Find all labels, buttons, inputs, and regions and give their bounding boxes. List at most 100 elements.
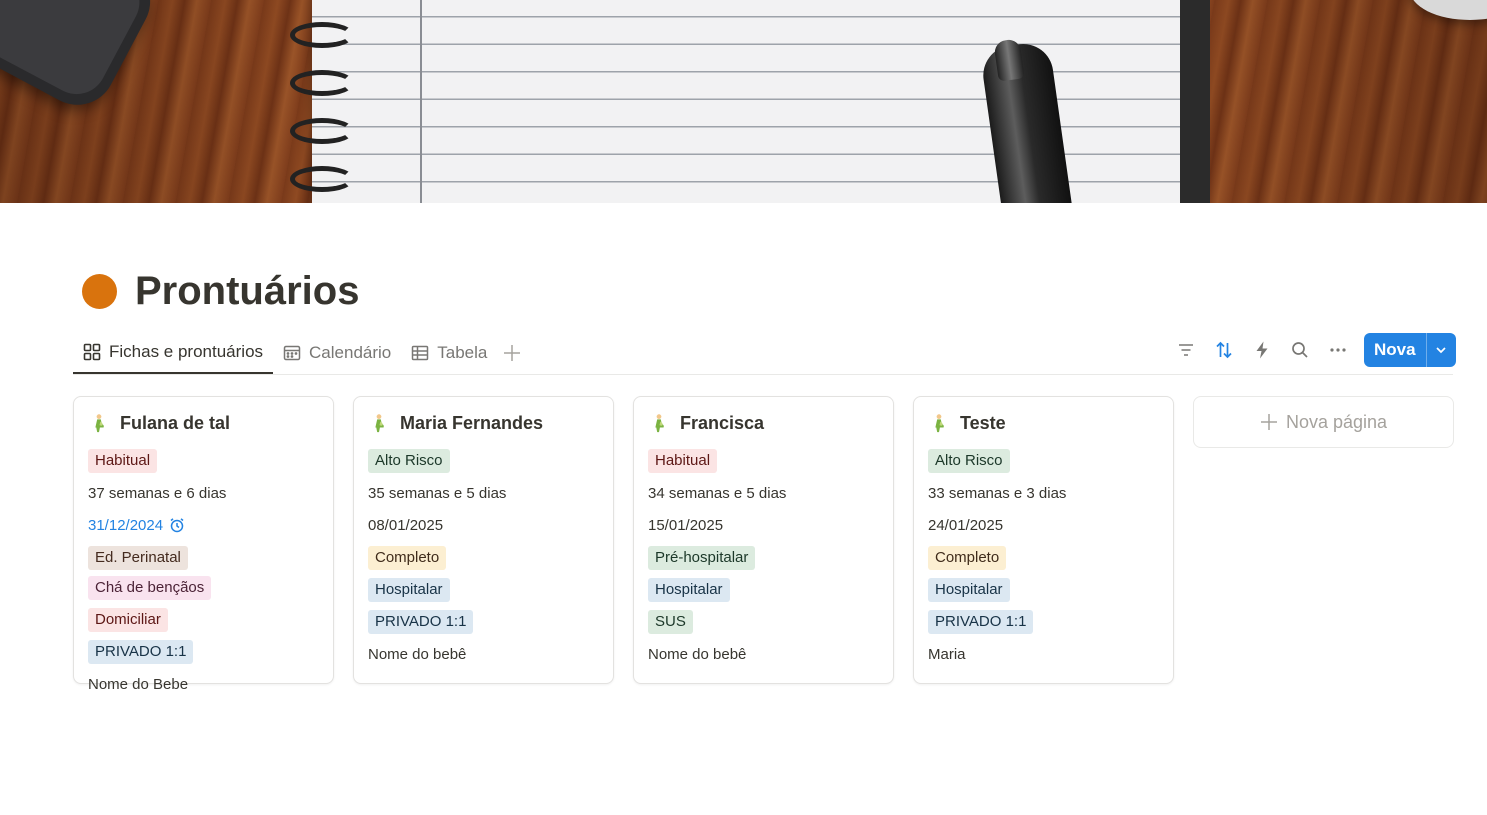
- due-date-text: 31/12/2024: [88, 516, 164, 534]
- risk-tag: Habitual: [648, 449, 718, 473]
- baby-name-text: Maria: [928, 645, 966, 663]
- tab-label: Tabela: [437, 343, 488, 362]
- service-tag: Completo: [928, 546, 1007, 570]
- risk-property: Habitual: [648, 449, 879, 473]
- database-view-tabs: Fichas e prontuários Calendário Tabela: [73, 332, 527, 374]
- services-property: Ed. Perinatal Chá de bençãos: [88, 546, 319, 600]
- tab-fichas-e-prontuarios[interactable]: Fichas e prontuários: [73, 332, 274, 374]
- risk-tag: Habitual: [88, 449, 158, 473]
- gestational-age-property: 37 semanas e 6 dias: [88, 481, 319, 505]
- gallery-board: Fulana de tal Habitual 37 semanas e 6 dias…: [73, 396, 1454, 693]
- more-icon: [1330, 348, 1346, 352]
- tab-label: Calendário: [309, 343, 392, 362]
- birth-place-property: Domiciliar: [88, 608, 319, 632]
- tab-label: Fichas e prontuários: [109, 342, 264, 361]
- search-icon: [1292, 342, 1308, 358]
- new-button[interactable]: Nova: [1364, 333, 1426, 367]
- gallery-grid-icon: [83, 343, 101, 361]
- orange-circle-icon[interactable]: [82, 274, 117, 309]
- baby-name-property: Nome do bebê: [368, 642, 599, 666]
- card-title-row: Francisca: [648, 411, 879, 435]
- filter-icon: [1179, 344, 1193, 356]
- card-title: Fulana de tal: [120, 412, 231, 433]
- birth-place-property: Hospitalar: [368, 578, 599, 602]
- due-date-text: 15/01/2025: [648, 516, 724, 534]
- card-title-row: Maria Fernandes: [368, 411, 599, 435]
- services-property: Pré-hospitalar: [648, 546, 879, 570]
- card-title: Maria Fernandes: [400, 412, 544, 433]
- view-divider: [73, 374, 1453, 375]
- plan-property: PRIVADO 1:1: [368, 610, 599, 634]
- tab-calendario[interactable]: Calendário: [273, 332, 401, 374]
- birth-place-tag: Hospitalar: [648, 578, 730, 602]
- baby-name-property: Nome do Bebe: [88, 672, 319, 696]
- birth-place-property: Hospitalar: [928, 578, 1159, 602]
- pregnant-person-icon: [88, 412, 110, 434]
- due-date-property: 31/12/2024: [88, 513, 319, 537]
- plus-icon: [504, 345, 521, 361]
- due-date-text: 08/01/2025: [368, 516, 444, 534]
- due-date-text: 24/01/2025: [928, 516, 1004, 534]
- tab-tabela[interactable]: Tabela: [401, 332, 497, 374]
- gestational-age-text: 33 semanas e 3 dias: [928, 484, 1067, 502]
- plan-tag: PRIVADO 1:1: [88, 640, 194, 664]
- due-date-property: 24/01/2025: [928, 513, 1159, 537]
- gallery-card[interactable]: Francisca Habitual 34 semanas e 5 dias 15/0…: [633, 396, 894, 684]
- calendar-icon: [283, 344, 301, 362]
- gallery-card[interactable]: Fulana de tal Habitual 37 semanas e 6 dias…: [73, 396, 334, 693]
- baby-name-text: Nome do bebê: [368, 645, 467, 663]
- cover-spiral-ring: [290, 70, 354, 96]
- plan-property: PRIVADO 1:1: [88, 640, 319, 664]
- new-dropdown-button[interactable]: [1425, 333, 1456, 367]
- due-date-property: 08/01/2025: [368, 513, 599, 537]
- risk-property: Alto Risco: [368, 449, 599, 473]
- pregnant-person-icon: [368, 412, 390, 434]
- gestational-age-property: 34 semanas e 5 dias: [648, 481, 879, 505]
- service-tag: Chá de bençãos: [88, 576, 212, 600]
- sort-icon: [1216, 341, 1232, 359]
- baby-name-text: Nome do Bebe: [88, 675, 189, 693]
- baby-name-property: Nome do bebê: [648, 642, 879, 666]
- page-cover-image[interactable]: [0, 0, 1487, 203]
- cover-spiral-ring: [290, 118, 354, 144]
- cover-spiral-ring: [290, 166, 354, 192]
- database-toolbar: Nova: [1172, 333, 1456, 367]
- gestational-age-text: 34 semanas e 5 dias: [648, 484, 787, 502]
- alarm-clock-icon: [169, 517, 185, 533]
- baby-name-property: Maria: [928, 642, 1159, 666]
- cover-spiral-ring: [290, 22, 354, 48]
- card-title-row: Teste: [928, 411, 1159, 435]
- search-button[interactable]: [1286, 336, 1314, 364]
- more-options-button[interactable]: [1324, 336, 1352, 364]
- gestational-age-property: 33 semanas e 3 dias: [928, 481, 1159, 505]
- plan-tag: SUS: [648, 610, 693, 634]
- add-view-button[interactable]: [497, 338, 527, 368]
- new-page-button[interactable]: Nova página: [1193, 396, 1454, 448]
- risk-tag: Alto Risco: [928, 449, 1010, 473]
- chevron-down-icon: [1436, 347, 1446, 354]
- page-title[interactable]: Prontuários: [135, 268, 359, 314]
- service-tag: Pré-hospitalar: [648, 546, 756, 570]
- automation-button[interactable]: [1248, 336, 1276, 364]
- gallery-card[interactable]: Maria Fernandes Alto Risco 35 semanas e 5 …: [353, 396, 614, 684]
- birth-place-property: Hospitalar: [648, 578, 879, 602]
- card-title: Francisca: [680, 412, 765, 433]
- plan-property: SUS: [648, 610, 879, 634]
- birth-place-tag: Hospitalar: [368, 578, 450, 602]
- gestational-age-text: 37 semanas e 6 dias: [88, 484, 227, 502]
- card-title: Teste: [960, 412, 1006, 433]
- new-page-label: Nova página: [1285, 411, 1388, 432]
- services-property: Completo: [368, 546, 599, 570]
- sort-button[interactable]: [1210, 336, 1238, 364]
- baby-name-text: Nome do bebê: [648, 645, 747, 663]
- plan-tag: PRIVADO 1:1: [928, 610, 1034, 634]
- service-tag: Completo: [368, 546, 447, 570]
- services-property: Completo: [928, 546, 1159, 570]
- gestational-age-property: 35 semanas e 5 dias: [368, 481, 599, 505]
- gallery-card[interactable]: Teste Alto Risco 33 semanas e 3 dias 24/01/…: [913, 396, 1174, 684]
- pregnant-person-icon: [648, 412, 670, 434]
- pregnant-person-icon: [928, 412, 950, 434]
- plus-icon: [1260, 414, 1277, 430]
- filter-button[interactable]: [1172, 336, 1200, 364]
- risk-property: Habitual: [88, 449, 319, 473]
